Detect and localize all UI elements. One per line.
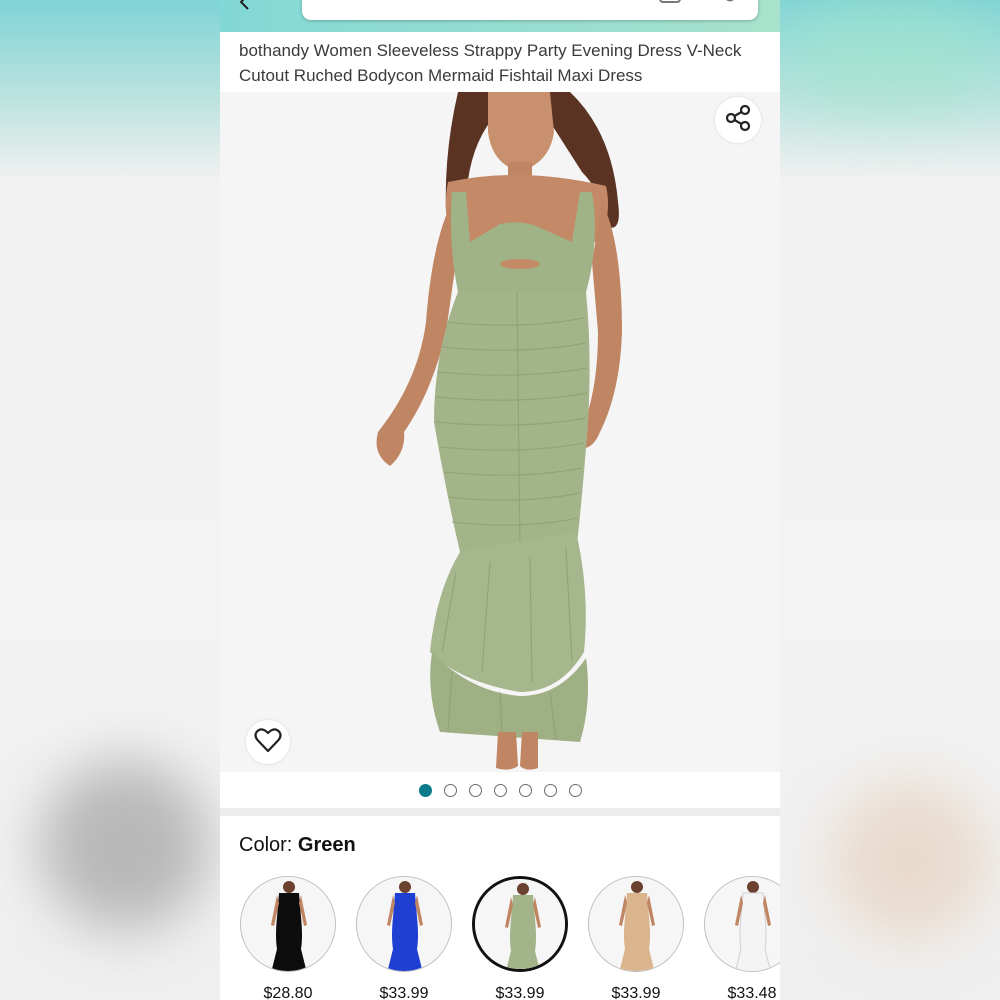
favorite-button[interactable]: [246, 720, 290, 764]
share-icon: [723, 103, 753, 138]
pagination-dot[interactable]: [468, 783, 482, 797]
app-header: [220, 0, 780, 32]
swatch-thumbnail: [475, 879, 565, 969]
swatch-price: $33.99: [611, 985, 661, 1000]
color-swatch-green[interactable]: [472, 876, 568, 972]
gallery-pagination: [220, 772, 780, 808]
swatch-price: $28.80: [263, 985, 313, 1000]
color-swatch-tan[interactable]: [588, 876, 684, 972]
product-title-container: bothandy Women Sleeveless Strappy Party …: [220, 32, 780, 92]
product-image[interactable]: [220, 92, 780, 772]
share-button[interactable]: [715, 97, 761, 143]
selected-color-name: Green: [297, 834, 356, 856]
color-label-prefix: Color:: [239, 834, 293, 856]
color-selector: Color: Green $28.80 $33.99 $33.99 $33.99 $33…: [220, 816, 780, 1000]
product-title[interactable]: bothandy Women Sleeveless Strappy Party …: [239, 38, 762, 88]
search-input[interactable]: [302, 0, 758, 20]
pagination-dot[interactable]: [418, 783, 432, 797]
pagination-dot[interactable]: [543, 783, 557, 797]
microphone-icon[interactable]: [720, 0, 740, 4]
pagination-dot[interactable]: [493, 783, 507, 797]
color-swatch-black[interactable]: [240, 876, 336, 972]
swatch-thumbnail: [241, 877, 335, 971]
swatch-thumbnail: [705, 877, 780, 971]
swatch-thumbnail: [357, 877, 451, 971]
pagination-dot[interactable]: [568, 783, 582, 797]
section-divider: [220, 808, 780, 816]
color-swatch-list: $28.80 $33.99 $33.99 $33.99 $33.48: [240, 876, 780, 1000]
product-page: bothandy Women Sleeveless Strappy Party …: [220, 0, 780, 1000]
swatch-price: $33.99: [379, 985, 429, 1000]
pagination-dot[interactable]: [443, 783, 457, 797]
camera-icon[interactable]: [658, 0, 682, 4]
color-swatch-blue[interactable]: [356, 876, 452, 972]
heart-icon: [254, 727, 282, 758]
color-label: Color: Green: [239, 834, 356, 857]
swatch-thumbnail: [589, 877, 683, 971]
swatch-price: $33.99: [495, 985, 545, 1000]
color-swatch-white[interactable]: [704, 876, 780, 972]
pagination-dot[interactable]: [518, 783, 532, 797]
back-arrow-icon[interactable]: [236, 0, 256, 12]
swatch-price: $33.48: [727, 985, 777, 1000]
product-image-gallery[interactable]: [220, 92, 780, 772]
